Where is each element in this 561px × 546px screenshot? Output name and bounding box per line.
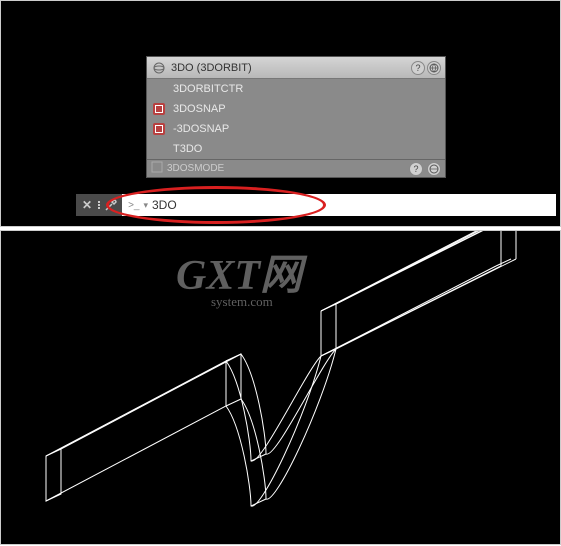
snap-icon xyxy=(151,101,167,117)
command-autocomplete-popup: 3DO (3DORBIT) ? 3DORBITCTR 3DOSNAP -3DOS… xyxy=(146,56,446,178)
empty-icon xyxy=(151,141,167,157)
watermark: GXT网 system.com xyxy=(176,241,302,310)
internet-help-icon[interactable] xyxy=(427,61,441,75)
cad-viewport-bottom[interactable]: GXT网 system.com xyxy=(0,230,561,545)
internet-help-icon[interactable] xyxy=(427,162,441,176)
autocomplete-footer: 3DOSMODE ? xyxy=(147,159,445,177)
autocomplete-item-label: -3DOSNAP xyxy=(173,123,229,135)
autocomplete-item[interactable]: 3DOSNAP xyxy=(147,99,445,119)
autocomplete-selected-text: 3DO (3DORBIT) xyxy=(171,62,411,74)
wrench-icon[interactable] xyxy=(104,198,118,212)
autocomplete-item-label: 3DOSNAP xyxy=(173,103,226,115)
variable-icon xyxy=(151,161,163,176)
autocomplete-item-label: T3DO xyxy=(173,143,202,155)
command-bar-controls: ✕ xyxy=(76,194,122,216)
autocomplete-footer-label: 3DOSMODE xyxy=(167,163,405,174)
command-line-bar: ✕ >_ ▾ xyxy=(76,194,556,216)
snap-icon xyxy=(151,121,167,137)
autocomplete-item[interactable]: 3DORBITCTR xyxy=(147,79,445,99)
close-icon[interactable]: ✕ xyxy=(80,198,94,212)
command-input[interactable] xyxy=(152,198,550,212)
watermark-main-text: GXT网 xyxy=(176,241,302,302)
autocomplete-item[interactable]: -3DOSNAP xyxy=(147,119,445,139)
orbit-icon xyxy=(151,60,167,76)
command-input-area[interactable]: >_ ▾ xyxy=(122,194,556,216)
cad-viewport-top: 3DO (3DORBIT) ? 3DORBITCTR 3DOSNAP -3DOS… xyxy=(0,0,561,227)
autocomplete-item-label: 3DORBITCTR xyxy=(173,83,243,95)
autocomplete-item[interactable]: T3DO xyxy=(147,139,445,159)
autocomplete-help-icons: ? xyxy=(411,61,441,75)
prompt-icon: >_ xyxy=(128,200,139,211)
empty-icon xyxy=(151,81,167,97)
help-icon[interactable]: ? xyxy=(411,61,425,75)
help-icon[interactable]: ? xyxy=(409,162,423,176)
command-dropdown-icon[interactable]: ▾ xyxy=(143,200,148,211)
drag-handle-icon[interactable] xyxy=(98,201,100,209)
autocomplete-header[interactable]: 3DO (3DORBIT) ? xyxy=(147,57,445,79)
